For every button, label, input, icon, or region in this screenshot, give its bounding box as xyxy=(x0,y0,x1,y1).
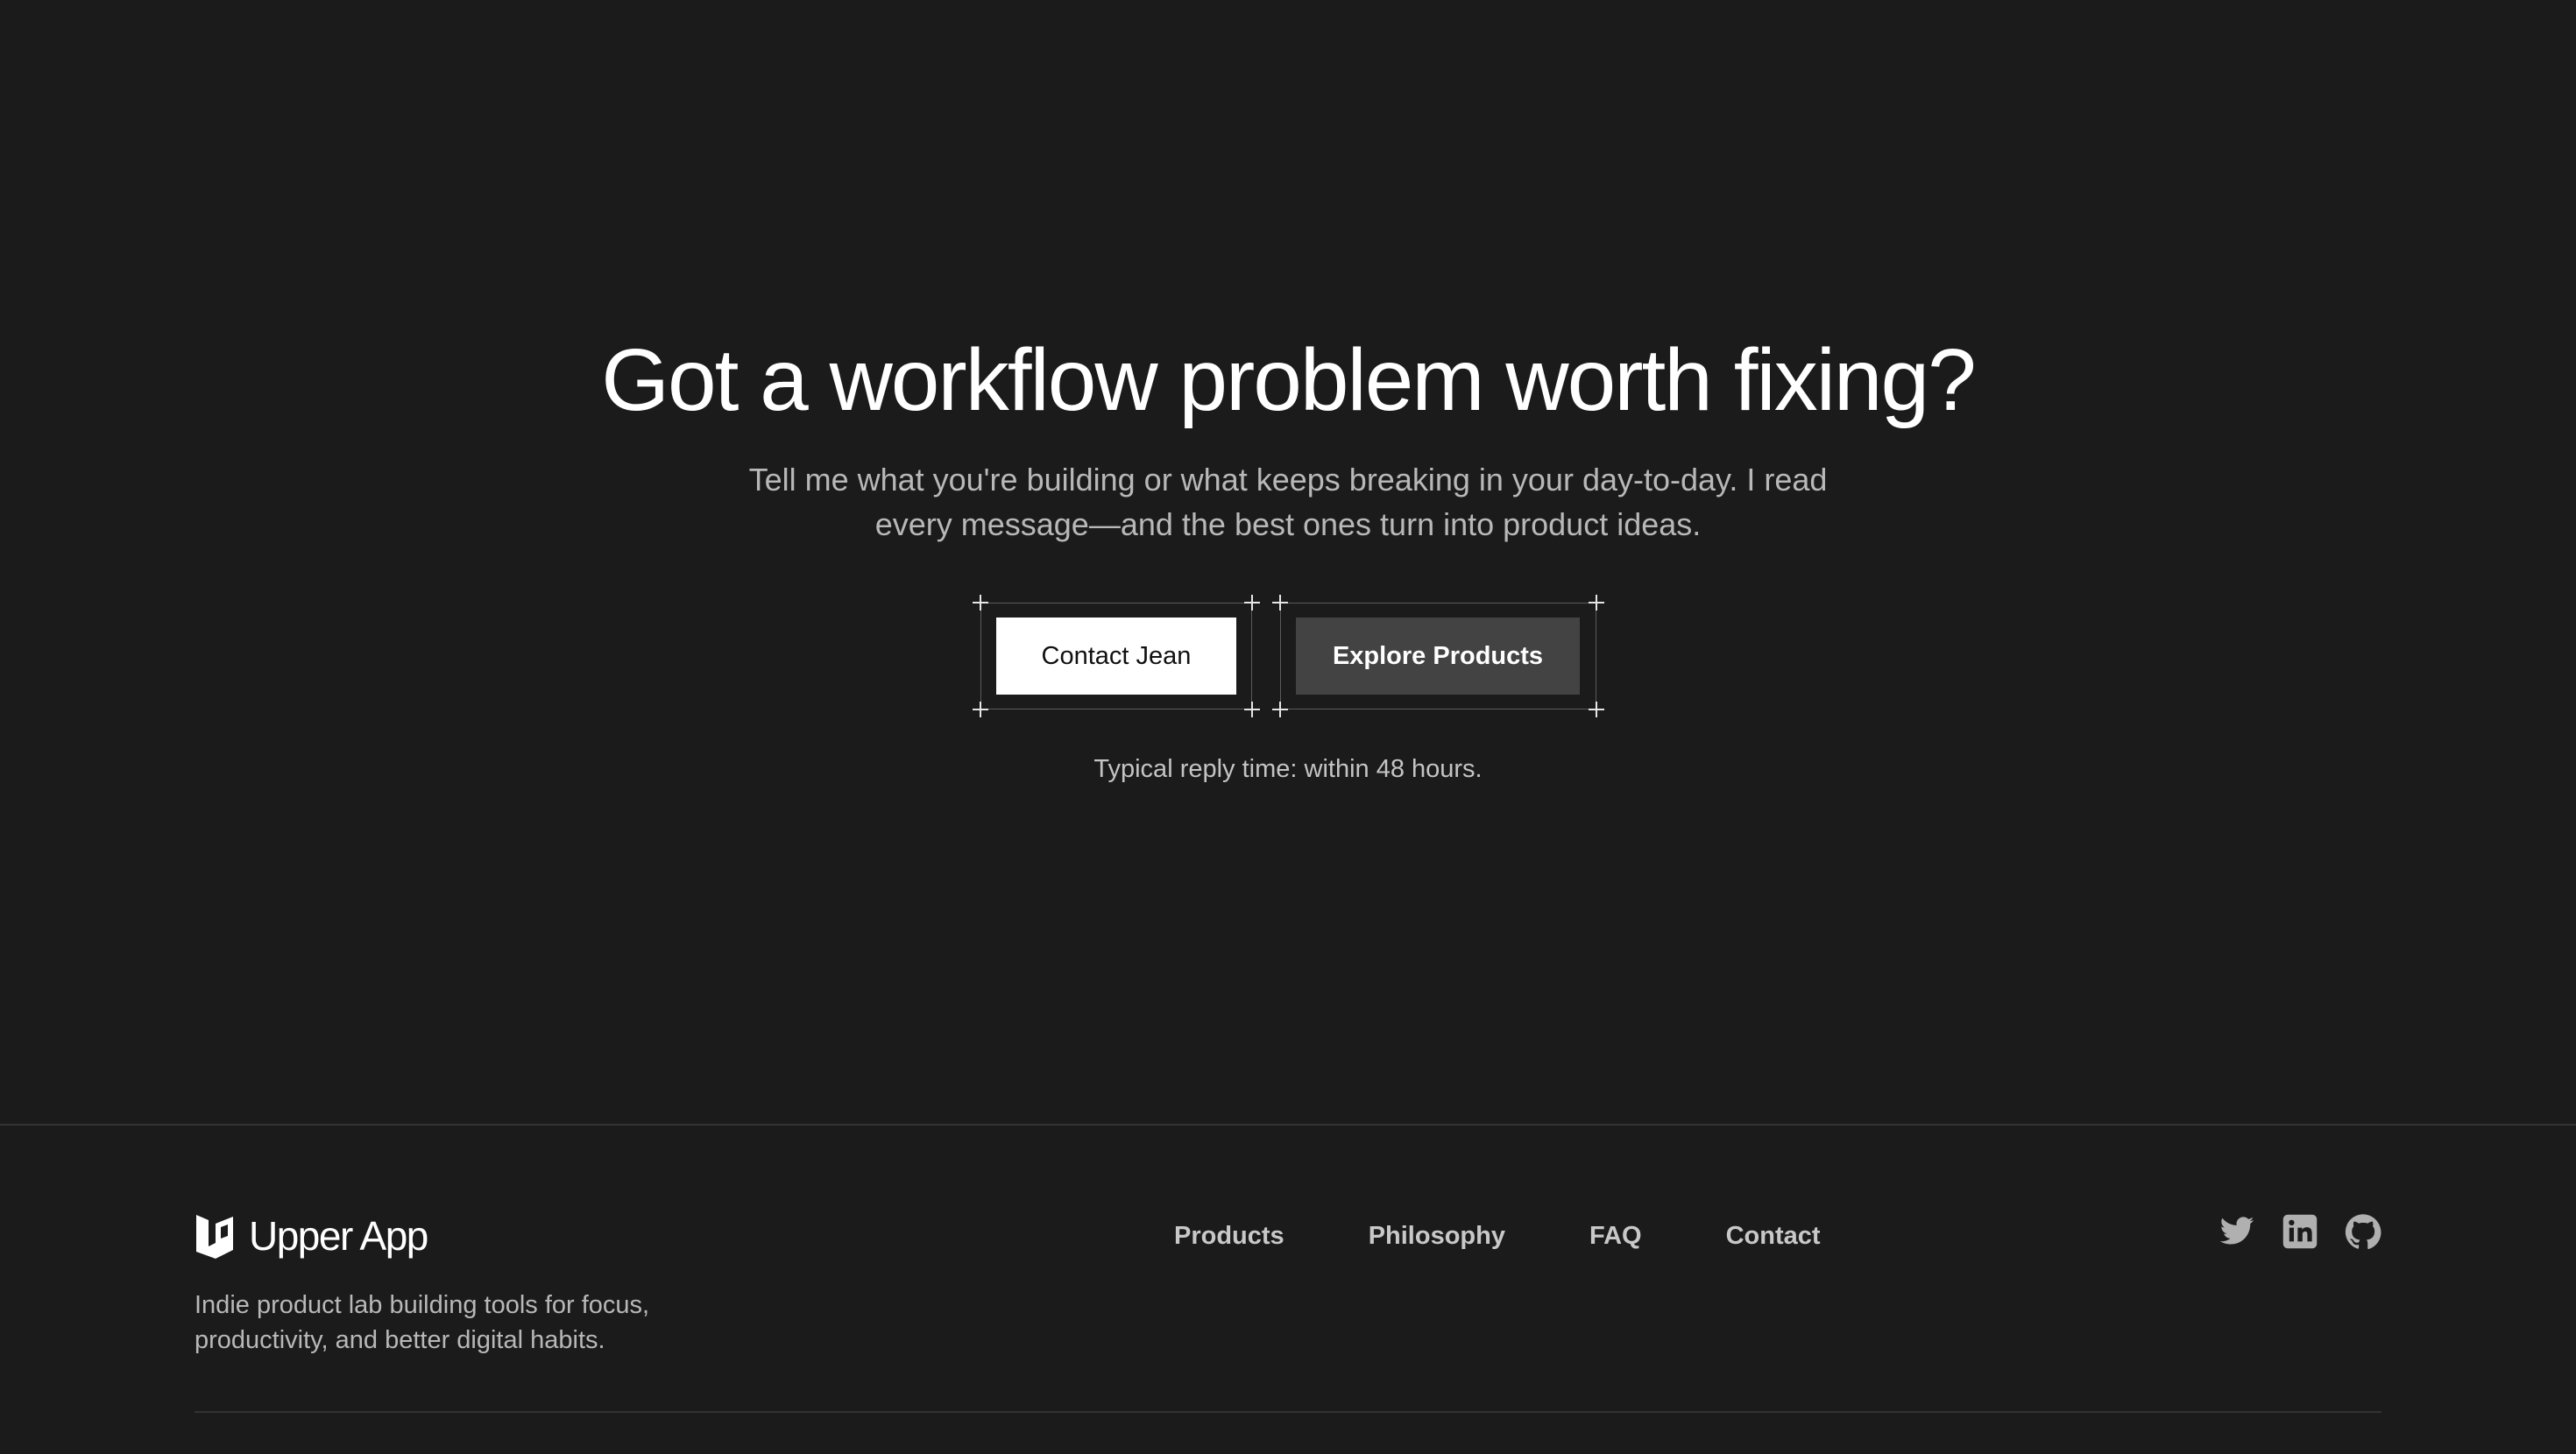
footer-tagline: Indie product lab building tools for foc… xyxy=(195,1291,650,1354)
explore-button-frame: Explore Products xyxy=(1272,595,1604,717)
corner-plus-icon xyxy=(1244,595,1260,611)
hero-headline: Got a workflow problem worth fixing? xyxy=(601,331,1977,429)
explore-products-button[interactable]: Explore Products xyxy=(1296,618,1580,695)
corner-plus-icon xyxy=(1589,702,1604,717)
upper-app-logo-icon xyxy=(196,1215,233,1259)
contact-button-frame: Contact Jean xyxy=(973,595,1260,717)
corner-plus-icon xyxy=(973,595,988,611)
hero-section: Got a workflow problem worth fixing? Tel… xyxy=(0,0,2576,1124)
site-footer: Upper App Indie product lab building too… xyxy=(0,1124,2576,1454)
corner-plus-icon xyxy=(973,702,988,717)
github-icon xyxy=(2345,1214,2381,1249)
corner-plus-icon xyxy=(1272,702,1288,717)
twitter-icon xyxy=(2219,1217,2254,1245)
social-links xyxy=(2219,1213,2381,1250)
hero-subcopy: Tell me what you're building or what kee… xyxy=(748,462,1828,542)
contact-jean-button[interactable]: Contact Jean xyxy=(996,618,1236,695)
footer-link-products[interactable]: Products xyxy=(1174,1217,1284,1255)
corner-plus-icon xyxy=(1589,595,1604,611)
brand-name: Upper App xyxy=(249,1213,428,1259)
linkedin-link[interactable] xyxy=(2282,1213,2318,1250)
linkedin-icon xyxy=(2282,1214,2318,1249)
github-link[interactable] xyxy=(2345,1213,2381,1250)
twitter-link[interactable] xyxy=(2219,1213,2255,1250)
footer-link-contact[interactable]: Contact xyxy=(1726,1217,1821,1255)
corner-plus-icon xyxy=(1272,595,1288,611)
reply-time-note: Typical reply time: within 48 hours. xyxy=(1093,755,1483,783)
footer-divider xyxy=(195,1411,2381,1413)
corner-plus-icon xyxy=(1244,702,1260,717)
footer-link-philosophy[interactable]: Philosophy xyxy=(1369,1217,1505,1255)
footer-nav: Products Philosophy FAQ Contact xyxy=(1174,1217,1821,1255)
footer-brand[interactable]: Upper App xyxy=(195,1210,428,1262)
footer-link-faq[interactable]: FAQ xyxy=(1589,1217,1642,1255)
page: Got a workflow problem worth fixing? Tel… xyxy=(0,0,2576,1454)
